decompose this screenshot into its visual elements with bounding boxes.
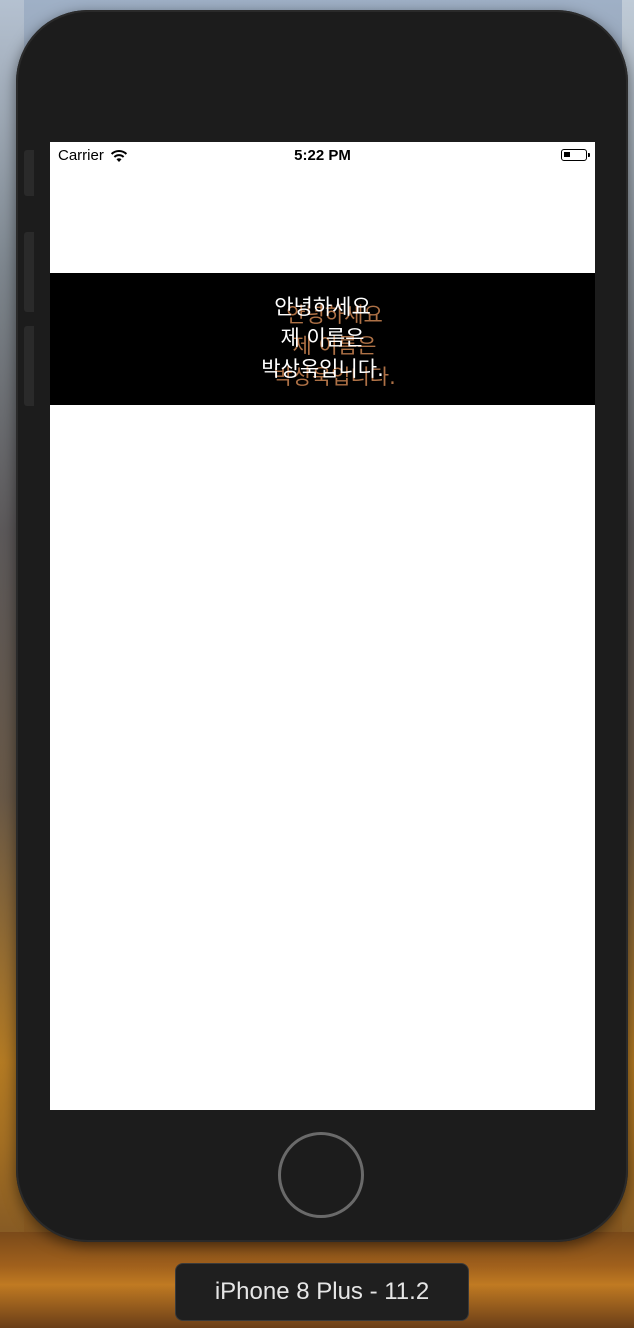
greeting-line-2: 제 이름은 — [280, 326, 365, 350]
greeting-line-3: 박상욱입니다. — [261, 357, 384, 381]
greeting-banner: 안녕하세요 제 이름은 박상욱입니다. 안녕하세요 제 이름은 박상욱입니다. — [50, 273, 595, 405]
greeting-text: 안녕하세요 제 이름은 박상욱입니다. 안녕하세요 제 이름은 박상욱입니다. — [50, 292, 595, 389]
battery-level — [564, 152, 570, 157]
greeting-text-main: 안녕하세요 제 이름은 박상욱입니다. — [50, 292, 595, 385]
home-button[interactable] — [278, 1132, 364, 1218]
device-screen[interactable]: Carrier 5:22 PM 안녕하세요 제 이름은 박상욱입니다. 안녕하세… — [50, 142, 595, 1110]
volume-down-button — [24, 326, 34, 406]
mute-switch — [24, 150, 34, 196]
battery-tip — [588, 153, 590, 157]
battery-icon — [561, 149, 590, 161]
device-name-label: iPhone 8 Plus - 11.2 — [175, 1263, 469, 1321]
status-bar: Carrier 5:22 PM — [50, 142, 595, 170]
volume-up-button — [24, 232, 34, 312]
greeting-line-1: 안녕하세요 — [274, 295, 371, 319]
status-time: 5:22 PM — [294, 147, 351, 164]
